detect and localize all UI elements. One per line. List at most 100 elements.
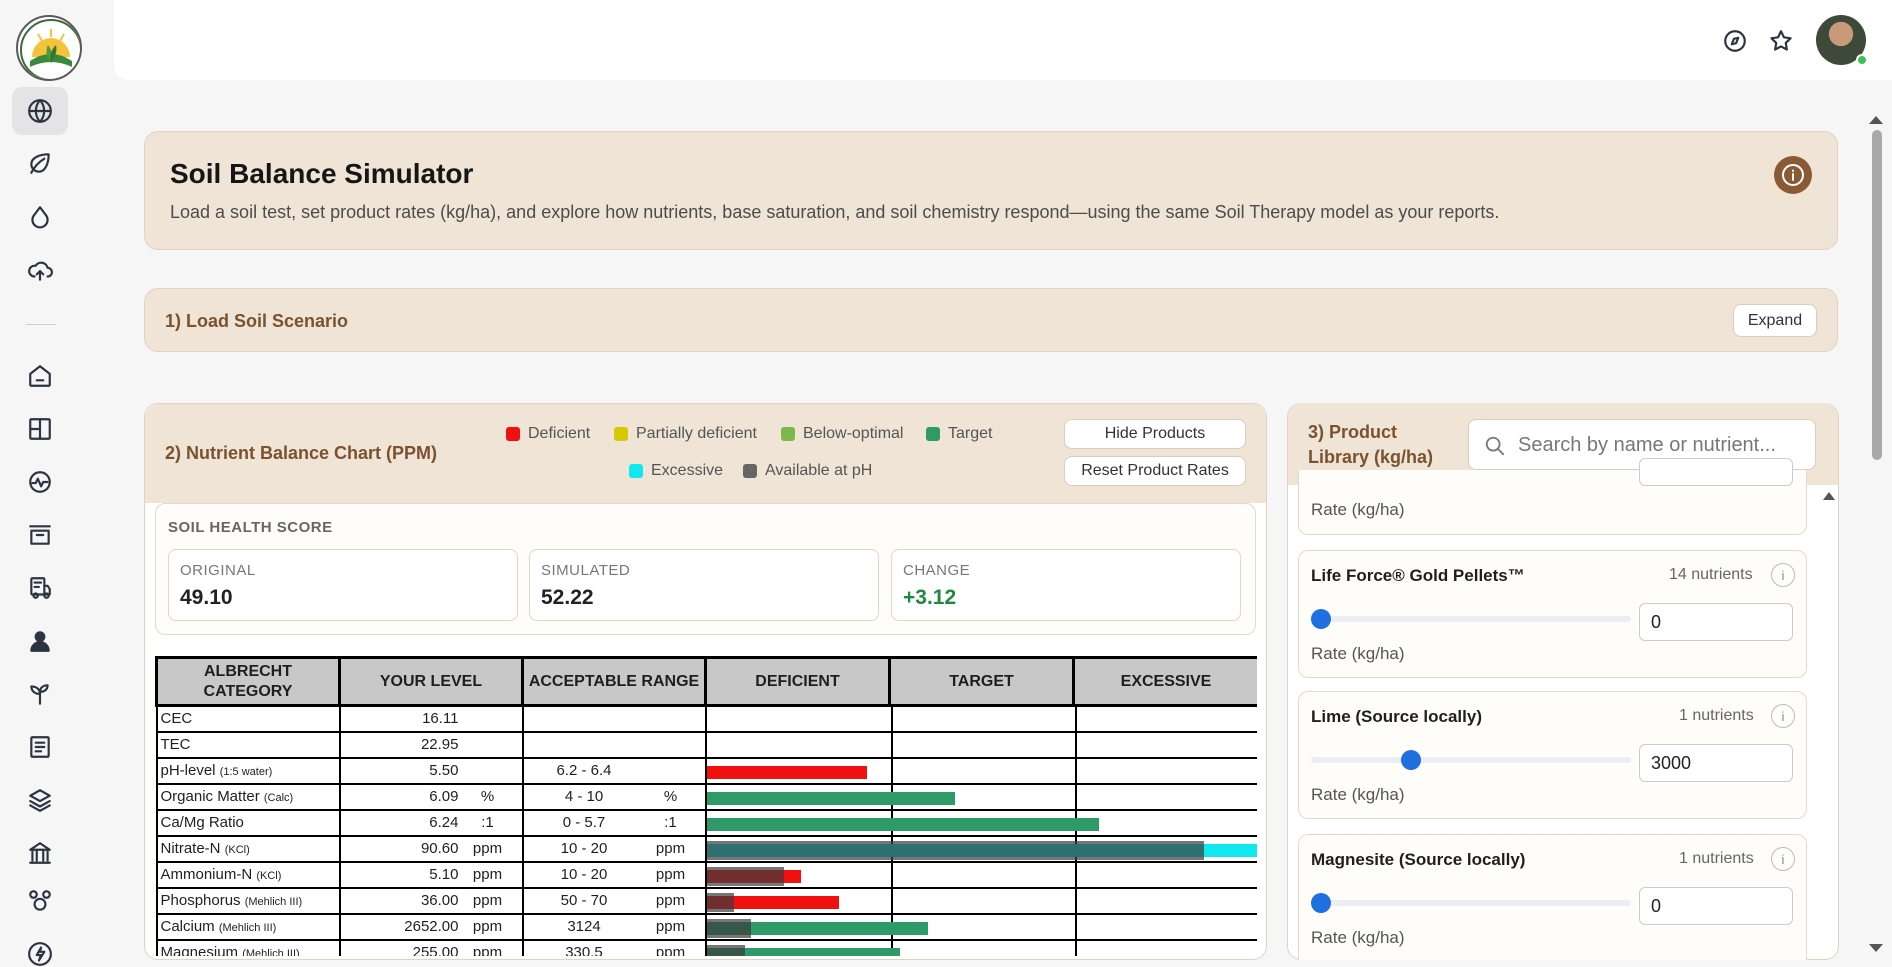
rate-input[interactable]: 0 bbox=[1639, 603, 1793, 641]
scrollbar-thumb[interactable] bbox=[1872, 130, 1882, 460]
range-cell: 10 - 20 ppm bbox=[521, 860, 707, 889]
slider-knob[interactable] bbox=[1311, 893, 1331, 913]
rate-label: Rate (kg/ha) bbox=[1311, 644, 1405, 663]
table-row: CEC 16.11 bbox=[155, 704, 1257, 733]
sidebar-item-activity[interactable] bbox=[12, 458, 68, 506]
category-name: Ammonium-N bbox=[160, 866, 253, 883]
column-divider bbox=[1074, 861, 1077, 888]
info-button[interactable] bbox=[1774, 156, 1812, 194]
header-albrecht-category: ALBRECHT CATEGORY bbox=[155, 656, 341, 707]
available-at-ph-bar bbox=[706, 944, 746, 956]
sidebar-item-archive[interactable] bbox=[12, 511, 68, 559]
category-cell: Nitrate-N (KCl) bbox=[155, 834, 341, 863]
range-value: 0 - 5.7 bbox=[562, 814, 606, 831]
sidebar-item-crops[interactable] bbox=[12, 670, 68, 718]
expand-button[interactable]: Expand bbox=[1733, 304, 1817, 337]
reset-product-rates-button[interactable]: Reset Product Rates bbox=[1064, 456, 1246, 486]
library-scroll-up[interactable] bbox=[1823, 492, 1835, 500]
header-excessive: EXCESSIVE bbox=[1072, 656, 1257, 707]
scroll-up-arrow[interactable] bbox=[1869, 116, 1883, 124]
sidebar-item-dashboard[interactable] bbox=[12, 405, 68, 453]
library-scrollbar[interactable] bbox=[1822, 485, 1836, 955]
compass-button[interactable] bbox=[1722, 28, 1748, 54]
level-cell: 6.09% bbox=[338, 782, 524, 811]
range-unit: ppm bbox=[655, 918, 686, 935]
nts-grow-logo[interactable] bbox=[16, 15, 82, 81]
simulator-header-card bbox=[144, 131, 1838, 250]
favorites-button[interactable] bbox=[1768, 28, 1794, 54]
sidebar-item-delivery[interactable] bbox=[12, 564, 68, 612]
online-status-dot bbox=[1856, 54, 1868, 66]
rate-slider[interactable] bbox=[1311, 750, 1631, 770]
category-name: CEC bbox=[160, 710, 193, 728]
bar-cell bbox=[704, 808, 1257, 837]
header-your-level: YOUR LEVEL bbox=[338, 656, 524, 707]
legend-deficient: Deficient bbox=[506, 425, 590, 443]
search-icon bbox=[1485, 436, 1505, 456]
legend-excessive: Excessive bbox=[629, 462, 723, 480]
column-divider bbox=[1074, 913, 1077, 940]
column-divider bbox=[890, 706, 893, 732]
category-cell: TEC bbox=[155, 730, 341, 759]
table-row: Ammonium-N (KCl) 5.10 ppm 10 - 20 ppm bbox=[155, 860, 1257, 889]
level-unit: :1 bbox=[481, 814, 494, 831]
sidebar-item-water[interactable] bbox=[12, 193, 68, 241]
range-value: 330.5 bbox=[565, 944, 603, 956]
slider-knob[interactable] bbox=[1401, 750, 1421, 770]
info-icon bbox=[1782, 164, 1804, 186]
rate-slider[interactable] bbox=[1311, 609, 1631, 629]
product-info-button[interactable]: i bbox=[1771, 847, 1795, 871]
molecule-icon bbox=[29, 890, 51, 911]
level-value: 22.95 bbox=[420, 736, 459, 753]
legend-swatch-below-optimal bbox=[781, 427, 795, 441]
rate-slider[interactable] bbox=[1311, 893, 1631, 913]
rate-input[interactable]: 3000 bbox=[1639, 744, 1793, 782]
legend-available-at-ph: Available at pH bbox=[743, 462, 872, 480]
bank-icon bbox=[29, 842, 51, 864]
change-score-card: CHANGE +3.12 bbox=[891, 549, 1241, 621]
product-info-button[interactable]: i bbox=[1771, 563, 1795, 587]
sidebar-item-upload[interactable] bbox=[12, 246, 68, 294]
column-divider bbox=[1074, 887, 1077, 914]
sidebar-item-reports[interactable] bbox=[12, 723, 68, 771]
range-cell: 6.2 - 6.4 bbox=[521, 756, 707, 785]
range-cell: 3124 ppm bbox=[521, 912, 707, 941]
category-method: (Calc) bbox=[263, 792, 294, 804]
bar-cell bbox=[704, 912, 1257, 941]
legend-swatch-excessive bbox=[629, 464, 643, 478]
range-unit: % bbox=[663, 788, 678, 805]
column-divider bbox=[890, 731, 893, 758]
layers-icon bbox=[29, 789, 51, 812]
albrecht-table-container[interactable]: ALBRECHT CATEGORY YOUR LEVEL ACCEPTABLE … bbox=[155, 656, 1257, 956]
truck-icon bbox=[30, 577, 51, 599]
sidebar-item-institution[interactable] bbox=[12, 829, 68, 877]
bolt-icon bbox=[28, 942, 52, 966]
archive-icon bbox=[29, 525, 51, 545]
range-unit: :1 bbox=[664, 814, 677, 831]
category-name: Calcium bbox=[160, 918, 215, 935]
sidebar-divider bbox=[26, 324, 56, 325]
sidebar-item-chemistry[interactable] bbox=[12, 877, 68, 925]
hide-products-button[interactable]: Hide Products bbox=[1064, 419, 1246, 449]
level-value: 255.00 bbox=[412, 944, 459, 956]
category-method: (1:5 water) bbox=[219, 766, 273, 778]
sidebar-item-layers[interactable] bbox=[12, 776, 68, 824]
scroll-down-arrow[interactable] bbox=[1869, 944, 1883, 952]
table-row: Calcium (Mehlich III) 2652.00 ppm 3124 ppm bbox=[155, 912, 1257, 941]
level-unit: ppm bbox=[472, 944, 503, 956]
sidebar-item-globe[interactable] bbox=[12, 87, 68, 135]
product-info-button[interactable]: i bbox=[1771, 704, 1795, 728]
category-cell: pH-level (1:5 water) bbox=[155, 756, 341, 785]
sidebar-item-energy[interactable] bbox=[12, 930, 68, 967]
slider-knob[interactable] bbox=[1311, 609, 1331, 629]
bar-cell bbox=[704, 730, 1257, 759]
sidebar-item-user[interactable] bbox=[12, 617, 68, 665]
rate-input[interactable] bbox=[1639, 458, 1793, 486]
table-row: TEC 22.95 bbox=[155, 730, 1257, 759]
sidebar-item-leaf[interactable] bbox=[12, 139, 68, 187]
level-value: 5.50 bbox=[429, 762, 459, 779]
bar-cell bbox=[704, 938, 1257, 956]
sidebar-item-home[interactable] bbox=[12, 352, 68, 400]
rate-input[interactable]: 0 bbox=[1639, 887, 1793, 925]
sprout-icon bbox=[30, 684, 49, 705]
